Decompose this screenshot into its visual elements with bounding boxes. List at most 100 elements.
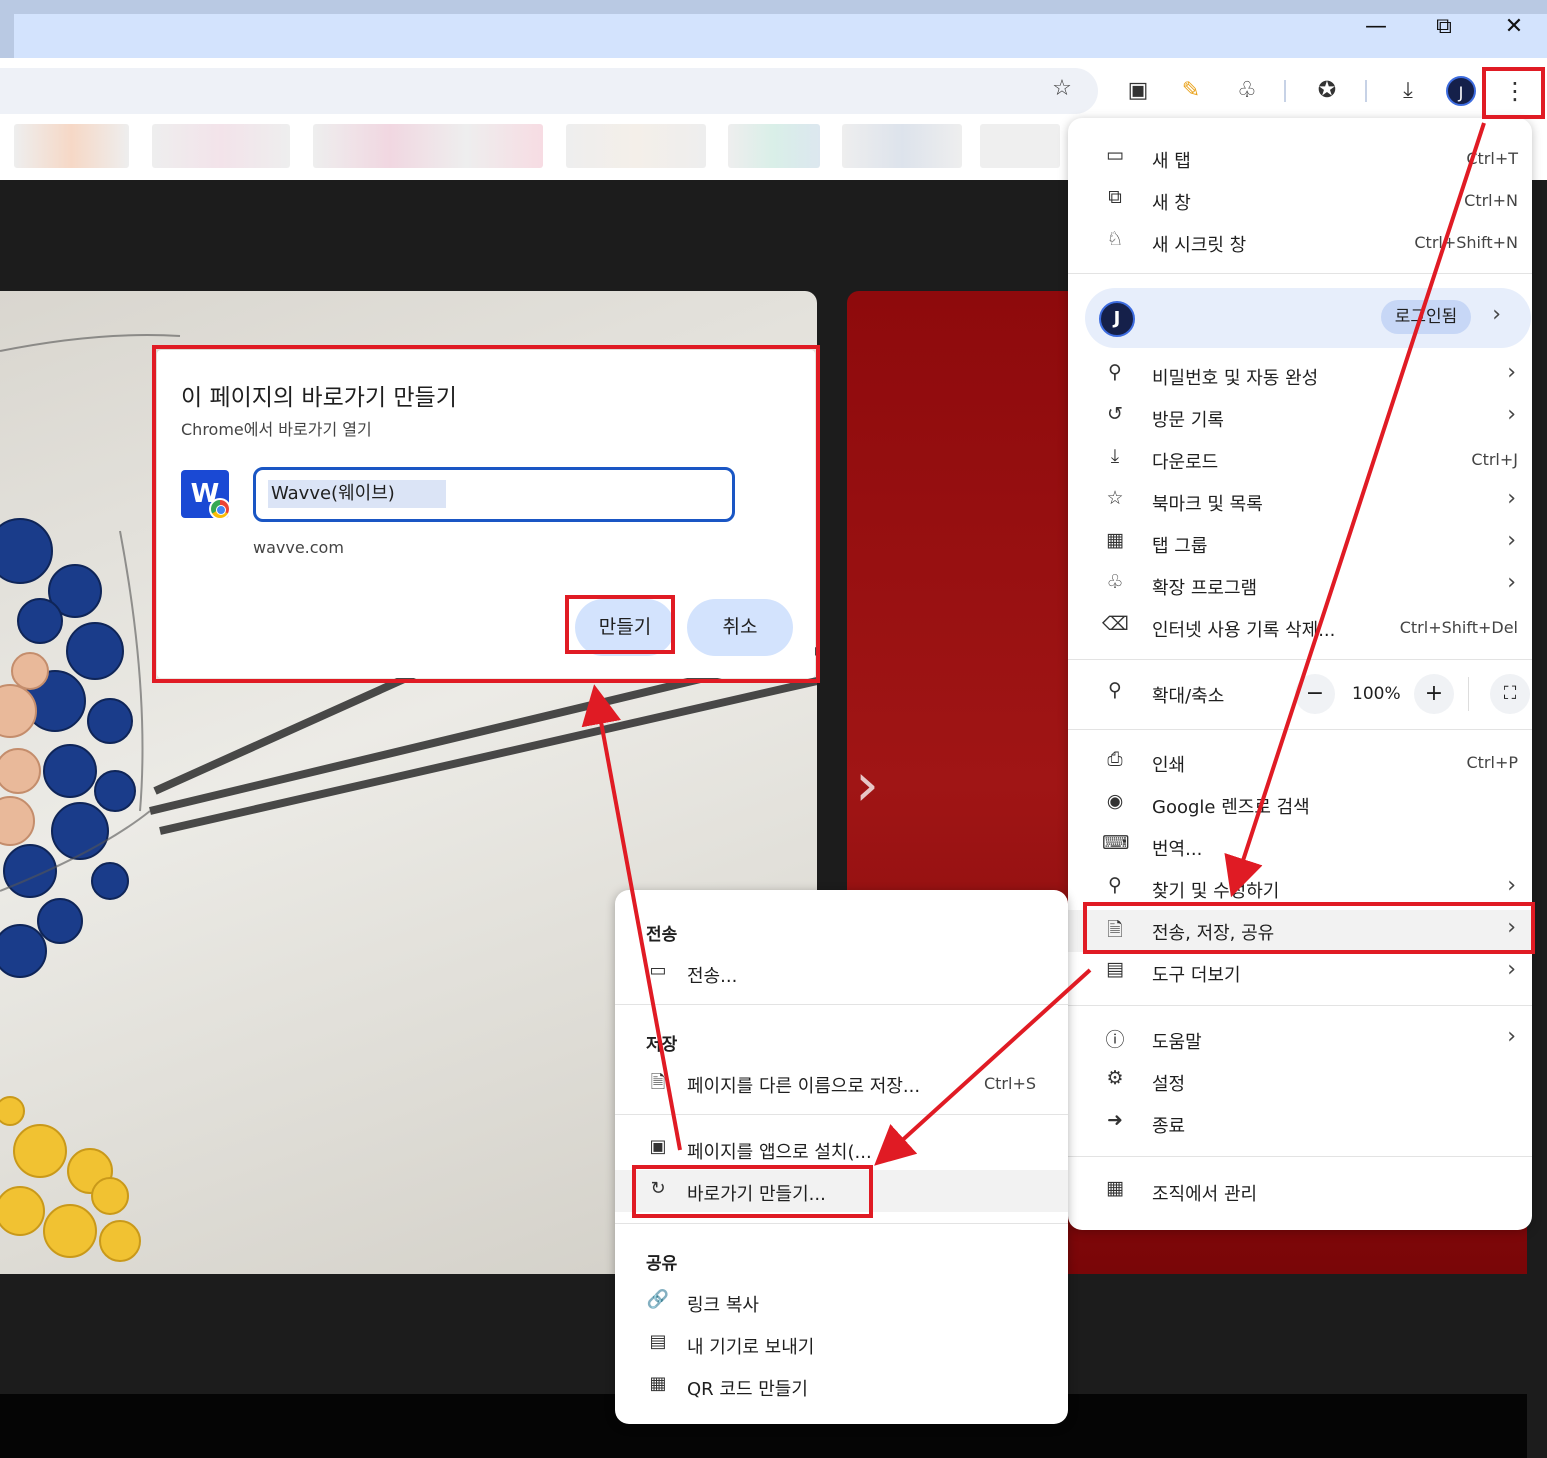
menu-label: 비밀번호 및 자동 완성 xyxy=(1152,368,1319,389)
chevron-right-icon: › xyxy=(1507,957,1516,982)
menu-shortcut: Ctrl+J xyxy=(1471,450,1518,469)
submenu-qr-code[interactable]: ▦ QR 코드 만들기 xyxy=(615,1365,1068,1407)
close-icon[interactable]: ✕ xyxy=(1494,12,1534,42)
menu-divider xyxy=(615,1114,1068,1115)
menu-profile[interactable]: J 로그인됨 › xyxy=(1085,288,1531,348)
cast-save-share-submenu: 전송 ▭ 전송... 저장 🗎 페이지를 다른 이름으로 저장... Ctrl+… xyxy=(615,890,1068,1424)
install-app-icon: ▣ xyxy=(649,1136,667,1157)
bookmark-item[interactable] xyxy=(842,124,962,168)
submenu-header-share: 공유 xyxy=(646,1254,678,1274)
bookmark-item[interactable] xyxy=(728,124,820,168)
menu-label: 페이지를 앱으로 설치(... xyxy=(687,1142,872,1163)
menu-label: 찾기 및 수정하기 xyxy=(1152,881,1280,902)
chevron-right-icon: › xyxy=(1492,302,1501,327)
menu-label: 내 기기로 보내기 xyxy=(687,1337,815,1358)
menu-label: 도구 더보기 xyxy=(1152,965,1241,986)
gear-icon: ⚙ xyxy=(1106,1067,1124,1089)
grid-icon: ▦ xyxy=(1106,529,1124,551)
menu-managed[interactable]: ▦ 조직에서 관리 xyxy=(1068,1171,1532,1213)
profile-icon[interactable]: J xyxy=(1446,76,1476,106)
toolbar-divider xyxy=(1365,80,1367,102)
extensions-icon[interactable]: ♧ xyxy=(1232,76,1262,106)
fullscreen-icon[interactable]: ⛶ xyxy=(1490,674,1530,714)
zoom-in-button[interactable]: + xyxy=(1414,674,1454,714)
submenu-cast[interactable]: ▭ 전송... xyxy=(615,952,1068,994)
toolbox-icon: ▤ xyxy=(1106,958,1124,980)
menu-more-tools[interactable]: ▤ 도구 더보기 › xyxy=(1068,952,1532,994)
chevron-right-icon: › xyxy=(1507,873,1516,898)
avatar: J xyxy=(1099,301,1135,337)
bookmark-item[interactable] xyxy=(14,124,129,168)
browser-toolbar: ☆ ▣ ✎ ♧ ✪ ⤓ J ⋮ xyxy=(0,58,1547,120)
submenu-send-to-device[interactable]: ▤ 내 기기로 보내기 xyxy=(615,1323,1068,1365)
submenu-install-app[interactable]: ▣ 페이지를 앱으로 설치(... xyxy=(615,1128,1068,1170)
extensions-icon: ♧ xyxy=(1106,571,1124,593)
menu-settings[interactable]: ⚙ 설정 xyxy=(1068,1061,1532,1103)
restore-icon[interactable]: ⧉ xyxy=(1424,12,1464,42)
chevron-right-icon: › xyxy=(1507,528,1516,553)
submenu-save-as[interactable]: 🗎 페이지를 다른 이름으로 저장... Ctrl+S xyxy=(615,1062,1068,1104)
submenu-header-save: 저장 xyxy=(646,1035,678,1055)
menu-label: 번역... xyxy=(1152,839,1203,860)
menu-clear-data[interactable]: ⌫ 인터넷 사용 기록 삭제... Ctrl+Shift+Del xyxy=(1068,607,1532,649)
new-tab-icon: ▭ xyxy=(1106,144,1124,166)
highlight-cast-save-share xyxy=(1083,902,1535,954)
menu-new-tab[interactable]: ▭ 새 탭 Ctrl+T xyxy=(1068,138,1532,180)
qr-code-icon: ▦ xyxy=(649,1373,667,1394)
picture-in-picture-icon[interactable]: ▣ xyxy=(1123,76,1153,106)
submenu-copy-link[interactable]: 🔗 링크 복사 xyxy=(615,1281,1068,1323)
exit-icon: ➜ xyxy=(1107,1109,1123,1131)
star-icon[interactable]: ☆ xyxy=(1047,74,1077,104)
menu-shortcut: Ctrl+Shift+Del xyxy=(1399,618,1518,637)
incognito-icon: ♘ xyxy=(1106,228,1124,250)
note-icon[interactable]: ✎ xyxy=(1176,76,1206,106)
lens-icon: ◉ xyxy=(1106,790,1124,812)
building-icon: ▦ xyxy=(1106,1177,1124,1199)
favorites-icon[interactable]: ✪ xyxy=(1312,76,1342,106)
cast-icon: ▭ xyxy=(649,960,667,981)
menu-label: 방문 기록 xyxy=(1152,410,1224,431)
menu-new-window[interactable]: ⧉ 새 창 Ctrl+N xyxy=(1068,180,1532,222)
address-bar[interactable]: ☆ xyxy=(0,68,1098,114)
menu-passwords[interactable]: ⚲ 비밀번호 및 자동 완성 › xyxy=(1068,355,1532,397)
menu-label: 확장 프로그램 xyxy=(1152,578,1258,599)
menu-label: 인쇄 xyxy=(1152,755,1186,776)
highlight-dialog xyxy=(152,345,820,683)
menu-bookmarks[interactable]: ☆ 북마크 및 목록 › xyxy=(1068,481,1532,523)
menu-label: Google 렌즈로 검색 xyxy=(1152,797,1310,818)
window-titlebar: — ⧉ ✕ xyxy=(0,0,1547,58)
menu-divider xyxy=(615,1004,1068,1005)
bookmark-item[interactable] xyxy=(566,124,706,168)
zoom-divider xyxy=(1468,677,1469,711)
menu-help[interactable]: ⓘ 도움말 › xyxy=(1068,1019,1532,1061)
chevron-right-icon: › xyxy=(1507,360,1516,385)
download-icon[interactable]: ⤓ xyxy=(1393,76,1423,106)
menu-incognito[interactable]: ♘ 새 시크릿 창 Ctrl+Shift+N xyxy=(1068,222,1532,264)
menu-history[interactable]: ↺ 방문 기록 › xyxy=(1068,397,1532,439)
bookmark-item[interactable] xyxy=(980,124,1060,168)
zoom-out-button[interactable]: − xyxy=(1295,674,1335,714)
new-window-icon: ⧉ xyxy=(1108,186,1122,208)
menu-translate[interactable]: ⌨ 번역... xyxy=(1068,826,1532,868)
menu-extensions[interactable]: ♧ 확장 프로그램 › xyxy=(1068,565,1532,607)
chevron-right-icon[interactable]: › xyxy=(855,755,879,815)
chevron-right-icon: › xyxy=(1507,486,1516,511)
bookmark-item[interactable] xyxy=(313,124,543,168)
menu-google-lens[interactable]: ◉ Google 렌즈로 검색 xyxy=(1068,784,1532,826)
save-page-icon: 🗎 xyxy=(650,1072,666,1093)
devices-icon: ▤ xyxy=(649,1331,667,1352)
link-icon: 🔗 xyxy=(646,1289,670,1310)
menu-exit[interactable]: ➜ 종료 xyxy=(1068,1103,1532,1145)
chrome-main-menu: ▭ 새 탭 Ctrl+T ⧉ 새 창 Ctrl+N ♘ 새 시크릿 창 Ctrl… xyxy=(1068,118,1532,1230)
menu-tab-groups[interactable]: ▦ 탭 그룹 › xyxy=(1068,523,1532,565)
bookmark-item[interactable] xyxy=(152,124,290,168)
menu-print[interactable]: ⎙ 인쇄 Ctrl+P xyxy=(1068,742,1532,784)
menu-divider xyxy=(1068,273,1532,274)
menu-downloads[interactable]: ⤓ 다운로드 Ctrl+J xyxy=(1068,439,1532,481)
tab-strip xyxy=(14,14,1547,58)
print-icon: ⎙ xyxy=(1107,748,1123,770)
menu-shortcut: Ctrl+S xyxy=(983,1074,1036,1093)
toolbar-divider xyxy=(1284,80,1286,102)
minimize-icon[interactable]: — xyxy=(1356,12,1396,42)
menu-divider xyxy=(1068,659,1532,660)
